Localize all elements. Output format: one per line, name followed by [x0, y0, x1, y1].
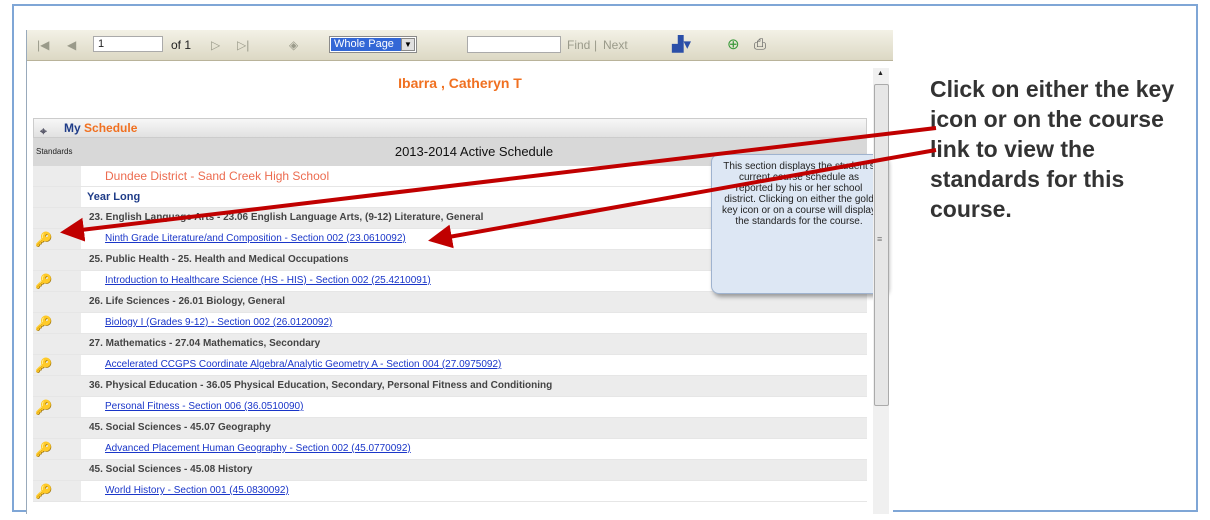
annotation-arrows	[60, 126, 937, 249]
arrow-to-key-icon	[60, 126, 937, 242]
arrow-to-course-link	[428, 148, 937, 249]
